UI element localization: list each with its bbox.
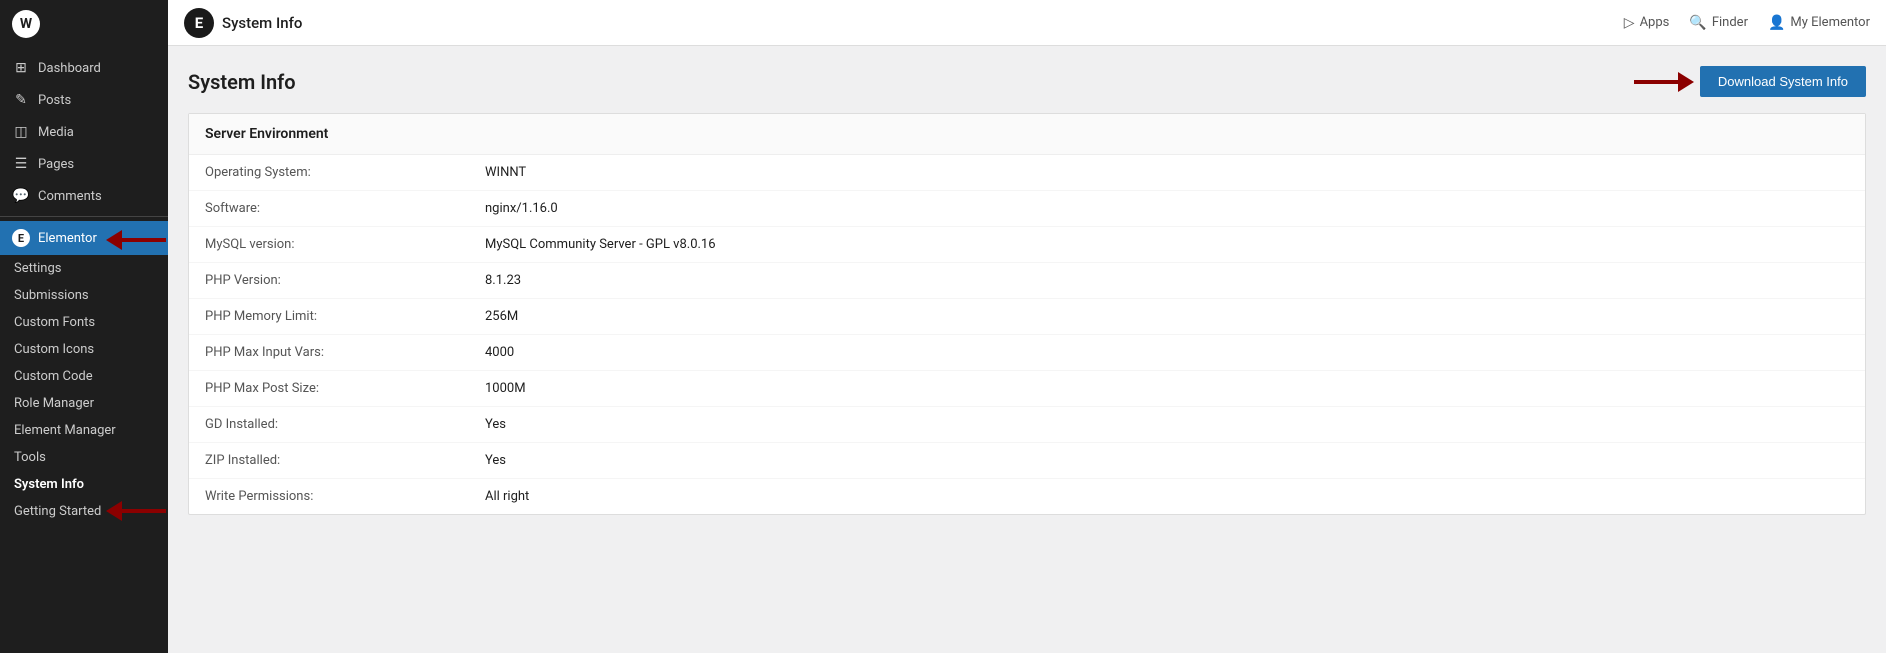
info-row-mysql: MySQL version: MySQL Community Server - … [189,227,1865,263]
sidebar-item-label: Dashboard [38,61,101,76]
sidebar-item-pages[interactable]: ☰ Pages [0,148,168,180]
info-row-os: Operating System: WINNT [189,155,1865,191]
sidebar-main-nav: ⊞ Dashboard ✎ Posts ◫ Media ☰ Pages 💬 Co… [0,48,168,529]
sidebar-submenu-submissions[interactable]: Submissions [0,282,168,309]
info-value-zip-installed: Yes [485,453,506,468]
wp-logo-icon: W [12,10,40,38]
sidebar-item-comments[interactable]: 💬 Comments [0,180,168,212]
user-icon: 👤 [1768,15,1785,31]
topbar-elementor-icon: E [184,8,214,38]
info-value-php-max-input: 4000 [485,345,514,360]
info-row-software: Software: nginx/1.16.0 [189,191,1865,227]
page-title: System Info [188,70,296,94]
sidebar-item-label: Pages [38,157,74,172]
info-label-gd-installed: GD Installed: [205,417,485,432]
system-info-card: Server Environment Operating System: WIN… [188,113,1866,515]
apps-icon: ▷ [1624,15,1635,31]
sidebar-item-label: Elementor [38,231,97,246]
posts-icon: ✎ [12,92,30,108]
topbar-my-elementor-label: My Elementor [1790,15,1870,30]
info-row-write-permissions: Write Permissions: All right [189,479,1865,514]
comments-icon: 💬 [12,188,30,204]
info-value-gd-installed: Yes [485,417,506,432]
finder-icon: 🔍 [1689,15,1706,31]
info-label-zip-installed: ZIP Installed: [205,453,485,468]
topbar-finder-button[interactable]: 🔍 Finder [1689,15,1748,31]
topbar-finder-label: Finder [1712,15,1748,30]
download-arrow-area: Download System Info [1634,66,1866,97]
topbar-apps-label: Apps [1640,15,1670,30]
sidebar-item-label: Comments [38,189,102,204]
info-row-php-post-size: PHP Max Post Size: 1000M [189,371,1865,407]
sidebar-submenu-custom-fonts[interactable]: Custom Fonts [0,309,168,336]
server-environment-header: Server Environment [189,114,1865,155]
sidebar-submenu-element-manager[interactable]: Element Manager [0,417,168,444]
info-label-software: Software: [205,201,485,216]
topbar-my-elementor-button[interactable]: 👤 My Elementor [1768,15,1870,31]
info-value-os: WINNT [485,165,526,180]
dashboard-icon: ⊞ [12,60,30,76]
info-label-php-version: PHP Version: [205,273,485,288]
arrow-annotation-icon [1634,68,1694,96]
sidebar-item-media[interactable]: ◫ Media [0,116,168,148]
sidebar-item-dashboard[interactable]: ⊞ Dashboard [0,52,168,84]
topbar: E System Info ▷ Apps 🔍 Finder 👤 My Eleme… [168,0,1886,46]
sidebar-logo[interactable]: W [0,0,168,48]
sidebar-submenu-custom-code[interactable]: Custom Code [0,363,168,390]
info-label-mysql: MySQL version: [205,237,485,252]
topbar-nav: ▷ Apps 🔍 Finder 👤 My Elementor [1624,15,1870,31]
main-content: System Info Download System Info Server … [168,46,1886,653]
sidebar-submenu-custom-icons[interactable]: Custom Icons [0,336,168,363]
sidebar-submenu-getting-started[interactable]: Getting Started [0,498,168,525]
info-label-php-post-size: PHP Max Post Size: [205,381,485,396]
sidebar-item-elementor[interactable]: E Elementor [0,221,168,255]
sidebar-item-posts[interactable]: ✎ Posts [0,84,168,116]
info-value-php-post-size: 1000M [485,381,526,396]
elementor-icon: E [12,229,30,247]
info-label-php-memory: PHP Memory Limit: [205,309,485,324]
info-value-php-memory: 256M [485,309,518,324]
info-label-write-permissions: Write Permissions: [205,489,485,504]
info-value-write-permissions: All right [485,489,529,504]
media-icon: ◫ [12,124,30,140]
info-value-software: nginx/1.16.0 [485,201,558,216]
sidebar-submenu-system-info[interactable]: System Info [0,471,168,498]
topbar-logo-area: E System Info [184,8,1624,38]
sidebar-submenu-settings[interactable]: Settings [0,255,168,282]
info-value-mysql: MySQL Community Server - GPL v8.0.16 [485,237,716,252]
sidebar-submenu-role-manager[interactable]: Role Manager [0,390,168,417]
info-row-php-version: PHP Version: 8.1.23 [189,263,1865,299]
info-value-php-version: 8.1.23 [485,273,521,288]
info-row-php-max-input: PHP Max Input Vars: 4000 [189,335,1865,371]
info-row-zip-installed: ZIP Installed: Yes [189,443,1865,479]
page-header: System Info Download System Info [188,66,1866,97]
sidebar-submenu-tools[interactable]: Tools [0,444,168,471]
sidebar-divider [0,216,168,217]
topbar-title: System Info [222,14,302,32]
pages-icon: ☰ [12,156,30,172]
info-label-os: Operating System: [205,165,485,180]
sidebar-item-label: Posts [38,93,71,108]
info-row-gd-installed: GD Installed: Yes [189,407,1865,443]
topbar-apps-button[interactable]: ▷ Apps [1624,15,1670,31]
info-label-php-max-input: PHP Max Input Vars: [205,345,485,360]
info-row-php-memory: PHP Memory Limit: 256M [189,299,1865,335]
sidebar: W ⊞ Dashboard ✎ Posts ◫ Media ☰ Pages 💬 … [0,0,168,653]
sidebar-item-label: Media [38,125,74,140]
download-system-info-button[interactable]: Download System Info [1700,66,1866,97]
